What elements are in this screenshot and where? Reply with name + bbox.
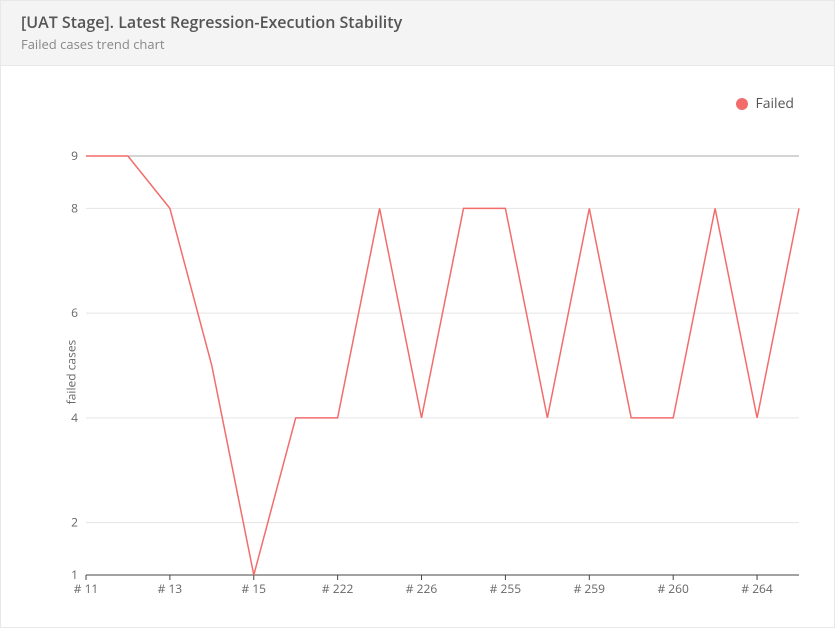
chart-legend: Failed (736, 94, 795, 113)
chart-widget: [UAT Stage]. Latest Regression-Execution… (0, 0, 835, 628)
y-tick-label: 9 (71, 147, 78, 164)
x-tick-label: # 11 (74, 580, 99, 597)
x-tick-label: # 222 (322, 580, 354, 597)
x-tick-label: # 13 (158, 580, 183, 597)
widget-body: Failed failed cases 124689# 11# 13# 15# … (1, 66, 834, 627)
legend-marker-failed (736, 98, 748, 110)
x-tick-label: # 255 (490, 580, 522, 597)
y-tick-label: 8 (71, 199, 78, 216)
y-tick-label: 6 (71, 304, 78, 321)
chart-plot-area[interactable]: failed cases 124689# 11# 13# 15# 222# 22… (56, 146, 809, 597)
x-tick-label: # 15 (241, 580, 266, 597)
widget-title: [UAT Stage]. Latest Regression-Execution… (21, 11, 814, 33)
y-axis-label: failed cases (63, 339, 80, 404)
widget-subtitle: Failed cases trend chart (21, 35, 814, 53)
x-tick-label: # 264 (741, 580, 773, 597)
x-tick-label: # 260 (657, 580, 689, 597)
legend-label-failed: Failed (756, 94, 795, 113)
y-tick-label: 4 (71, 409, 78, 426)
y-tick-label: 2 (71, 514, 78, 531)
chart-svg: 124689# 11# 13# 15# 222# 226# 255# 259# … (56, 146, 809, 597)
series-line-failed (86, 156, 799, 575)
x-tick-label: # 226 (406, 580, 438, 597)
x-tick-label: # 259 (574, 580, 606, 597)
widget-header: [UAT Stage]. Latest Regression-Execution… (1, 1, 834, 66)
